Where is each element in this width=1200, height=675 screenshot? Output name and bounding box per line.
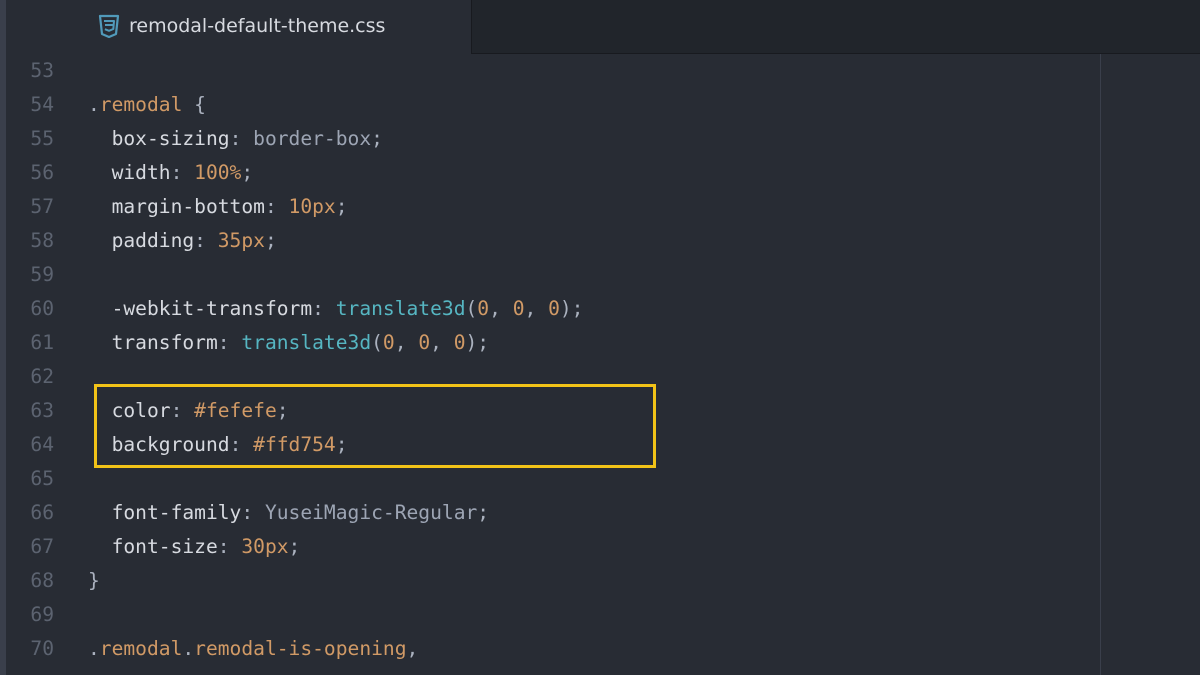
line-number: 59	[30, 263, 54, 286]
line-number: 67	[30, 535, 54, 558]
line-number: 69	[30, 603, 54, 626]
line-number: 54	[30, 93, 54, 116]
line-code: .remodal {	[88, 93, 206, 116]
line-number: 66	[30, 501, 54, 524]
line-number: 70	[30, 637, 54, 660]
line-number: 58	[30, 229, 54, 252]
line-number: 56	[30, 161, 54, 184]
code-line[interactable]: 57 margin-bottom: 10px;	[6, 190, 1096, 224]
line-number: 63	[30, 399, 54, 422]
code-line[interactable]: 60 -webkit-transform: translate3d(0, 0, …	[6, 292, 1096, 326]
code-line[interactable]: 54 .remodal {	[6, 88, 1096, 122]
code-line[interactable]: 68 }	[6, 564, 1096, 598]
line-code: padding: 35px;	[111, 229, 277, 252]
line-code: .remodal.remodal-is-opening,	[88, 637, 419, 660]
line-code: margin-bottom: 10px;	[111, 195, 348, 218]
code-line[interactable]: 70 .remodal.remodal-is-opening,	[6, 632, 1096, 666]
line-number: 64	[30, 433, 54, 456]
code-line[interactable]: 66 font-family: YuseiMagic-Regular;	[6, 496, 1096, 530]
code-line[interactable]: 69	[6, 598, 1096, 632]
line-number: 68	[30, 569, 54, 592]
tab-remodal-default-theme[interactable]: remodal-default-theme.css	[6, 0, 472, 54]
line-number: 62	[30, 365, 54, 388]
line-code: box-sizing: border-box;	[111, 127, 383, 150]
line-code: transform: translate3d(0, 0, 0);	[111, 331, 490, 354]
editor-window: remodal-default-theme.css 53 54 .remodal…	[0, 0, 1200, 675]
line-code: -webkit-transform: translate3d(0, 0, 0);	[111, 297, 584, 320]
code-line[interactable]: 56 width: 100%;	[6, 156, 1096, 190]
code-line[interactable]: 58 padding: 35px;	[6, 224, 1096, 258]
line-number: 55	[30, 127, 54, 150]
line-code: width: 100%;	[111, 161, 254, 184]
line-number: 61	[30, 331, 54, 354]
line-code: font-size: 30px;	[111, 535, 301, 558]
line-code: }	[88, 569, 100, 592]
code-line[interactable]: 55 box-sizing: border-box;	[6, 122, 1096, 156]
line-number: 65	[30, 467, 54, 490]
code-line[interactable]: 67 font-size: 30px;	[6, 530, 1096, 564]
line-number: 60	[30, 297, 54, 320]
highlight-box	[94, 384, 656, 468]
code-line[interactable]: 61 transform: translate3d(0, 0, 0);	[6, 326, 1096, 360]
wrap-guide	[1100, 54, 1101, 675]
code-line[interactable]: 59	[6, 258, 1096, 292]
code-line[interactable]: 53	[6, 54, 1096, 88]
line-number: 53	[30, 59, 54, 82]
code-editor[interactable]: 53 54 .remodal { 55 box-sizing: border-b…	[6, 54, 1200, 675]
line-number: 57	[30, 195, 54, 218]
tab-title: remodal-default-theme.css	[129, 15, 386, 37]
css3-file-icon	[98, 14, 120, 39]
line-code: font-family: YuseiMagic-Regular;	[111, 501, 490, 524]
